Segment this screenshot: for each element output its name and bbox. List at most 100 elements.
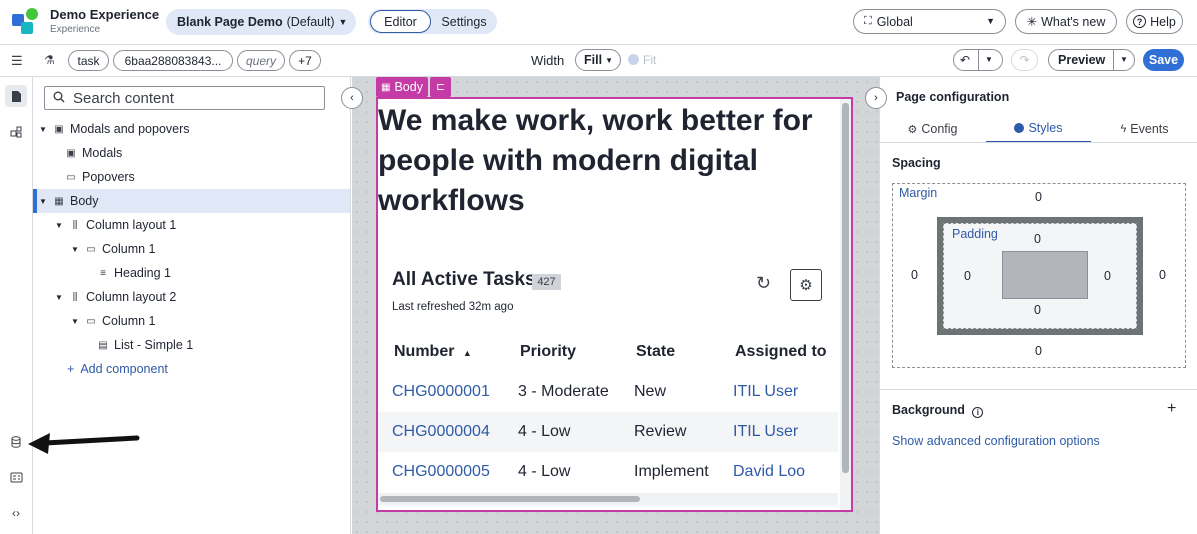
column-header-priority[interactable]: Priority — [520, 343, 576, 361]
param-chip-task[interactable]: task — [68, 50, 109, 71]
record-number-link[interactable]: CHG0000005 — [392, 463, 490, 481]
tab-styles[interactable]: Styles — [986, 115, 1091, 143]
page-selector[interactable]: Blank Page Demo (Default) ▼ — [166, 9, 356, 35]
chevron-down-icon[interactable]: ▼ — [55, 293, 67, 302]
tab-label: Events — [1130, 122, 1169, 136]
last-refreshed-text: Last refreshed 32m ago — [392, 301, 514, 313]
scrollbar-thumb[interactable] — [842, 103, 849, 473]
fit-checkbox[interactable]: Fit — [628, 53, 656, 67]
undo-history-caret-icon[interactable]: ▼ — [985, 55, 993, 64]
tree-item-column-layout-1[interactable]: ▼ ⫼ Column layout 1 — [33, 213, 350, 237]
column-header-state[interactable]: State — [636, 343, 675, 361]
margin-bottom-value[interactable]: 0 — [1035, 344, 1042, 358]
more-params-chip[interactable]: +7 — [289, 50, 321, 71]
chevron-down-icon[interactable]: ▼ — [55, 221, 67, 230]
padding-top-value[interactable]: 0 — [1034, 232, 1041, 246]
margin-right-value[interactable]: 0 — [1159, 268, 1166, 282]
chevron-down-icon[interactable]: ▼ — [39, 125, 51, 134]
flask-icon[interactable]: ⚗ — [44, 53, 55, 67]
select-parent-icon[interactable]: ⊏ — [430, 77, 451, 97]
tree-item-body[interactable]: ▼ ▦ Body — [33, 189, 350, 213]
chevron-down-icon[interactable]: ▼ — [39, 197, 51, 206]
add-component-link[interactable]: + Add component — [33, 357, 350, 381]
tree-item-column-1[interactable]: ▼ ▭ Column 1 — [33, 237, 350, 261]
padding-right-value[interactable]: 0 — [1104, 269, 1111, 283]
redo-icon[interactable]: ↷ — [1011, 49, 1038, 71]
hamburger-menu-icon[interactable]: ☰ — [11, 53, 23, 69]
tree-item-label: Heading 1 — [114, 266, 171, 280]
editor-mode-button[interactable]: Editor — [370, 10, 431, 33]
client-state-icon[interactable] — [5, 466, 27, 488]
param-chip-query[interactable]: query — [237, 50, 285, 71]
record-number-link[interactable]: CHG0000004 — [392, 423, 490, 441]
assigned-to-link[interactable]: ITIL User — [733, 383, 798, 401]
show-advanced-options-link[interactable]: Show advanced configuration options — [892, 434, 1100, 448]
list-settings-button[interactable]: ⚙ — [790, 269, 822, 301]
settings-mode-button[interactable]: Settings — [434, 10, 494, 33]
body-selection-tag[interactable]: ▦ Body — [376, 77, 428, 97]
app-root: Demo Experience Experience Blank Page De… — [0, 0, 1197, 534]
padding-bottom-value[interactable]: 0 — [1034, 303, 1041, 317]
horizontal-scrollbar[interactable] — [378, 493, 838, 505]
table-row: CHG0000004 4 - Low Review ITIL User — [378, 412, 838, 452]
tree-item-label: Modals and popovers — [70, 122, 190, 136]
tree-item-heading-1[interactable]: ≡ Heading 1 — [33, 261, 350, 285]
preview-caret-icon[interactable]: ▼ — [1120, 55, 1128, 64]
column-icon: ▭ — [86, 315, 96, 327]
tree-item-modals[interactable]: ▣ Modals — [33, 141, 350, 165]
content-tree-icon[interactable] — [5, 85, 27, 107]
undo-group: ↶ ▼ — [953, 49, 1003, 71]
scrollbar-thumb[interactable] — [380, 496, 640, 502]
tab-events[interactable]: ϟ Events — [1092, 115, 1197, 143]
width-select[interactable]: Fill ▼ — [575, 49, 621, 71]
modal-group-icon: ▣ — [54, 123, 64, 135]
padding-left-value[interactable]: 0 — [964, 269, 971, 283]
margin-top-value[interactable]: 0 — [1035, 190, 1042, 204]
margin-box[interactable]: Margin 0 0 0 0 Padding 0 0 0 0 — [892, 183, 1186, 368]
tab-label: Config — [921, 122, 958, 136]
search-input[interactable]: Search content — [44, 86, 325, 110]
data-resources-icon[interactable] — [5, 431, 27, 453]
assigned-to-link[interactable]: David Loo — [733, 463, 805, 481]
help-button[interactable]: ? Help — [1126, 9, 1183, 34]
collapse-panel-icon[interactable]: ‹ — [341, 87, 363, 109]
chevron-down-icon[interactable]: ▼ — [71, 317, 83, 326]
priority-cell: 4 - Low — [518, 463, 571, 480]
body-frame[interactable]: We make work, work better for people wit… — [376, 97, 853, 512]
undo-icon[interactable]: ↶ — [960, 53, 970, 67]
column-header-number[interactable]: Number ▲ — [394, 343, 472, 361]
background-section-title: Background i — [892, 403, 984, 418]
padding-box[interactable]: Padding 0 0 0 0 — [943, 223, 1137, 329]
tree-item-label: Column layout 1 — [86, 218, 177, 232]
preview-button[interactable]: Preview — [1058, 53, 1105, 67]
info-icon[interactable]: i — [972, 407, 984, 418]
page-configuration-panel: Page configuration ⚙ Config Styles ϟ Eve… — [879, 77, 1197, 534]
column-header-assigned-to[interactable]: Assigned to — [735, 343, 827, 361]
vertical-scrollbar[interactable] — [840, 99, 851, 510]
components-icon[interactable] — [5, 121, 27, 143]
assigned-to-link[interactable]: ITIL User — [733, 423, 798, 441]
chevron-down-icon[interactable]: ▼ — [71, 245, 83, 254]
tree-item-column-1-b[interactable]: ▼ ▭ Column 1 — [33, 309, 350, 333]
margin-label: Margin — [899, 186, 938, 200]
tree-item-label: Popovers — [82, 170, 135, 184]
expand-panel-icon[interactable]: › — [865, 87, 887, 109]
tree-item-popovers[interactable]: ▭ Popovers — [33, 165, 350, 189]
add-background-plus-icon[interactable]: + — [1167, 400, 1176, 418]
caret-down-icon: ▼ — [986, 16, 995, 26]
tree-item-column-layout-2[interactable]: ▼ ⫼ Column layout 2 — [33, 285, 350, 309]
code-icon[interactable]: ‹› — [5, 502, 27, 524]
width-value: Fill — [584, 53, 603, 67]
tab-config[interactable]: ⚙ Config — [880, 115, 985, 143]
save-button[interactable]: Save — [1143, 49, 1184, 71]
record-number-link[interactable]: CHG0000001 — [392, 383, 490, 401]
refresh-icon[interactable]: ↻ — [756, 273, 771, 294]
tree-item-modals-and-popovers[interactable]: ▼ ▣ Modals and popovers — [33, 117, 350, 141]
scope-select[interactable]: ⛶ Global ▼ — [853, 9, 1006, 34]
whats-new-button[interactable]: ✳ What's new — [1015, 9, 1117, 34]
margin-left-value[interactable]: 0 — [911, 268, 918, 282]
search-icon — [53, 91, 65, 106]
tab-label: Styles — [1028, 121, 1063, 135]
param-chip-sysid[interactable]: 6baa288083843... — [113, 50, 233, 71]
tree-item-list-simple-1[interactable]: ▤ List - Simple 1 — [33, 333, 350, 357]
